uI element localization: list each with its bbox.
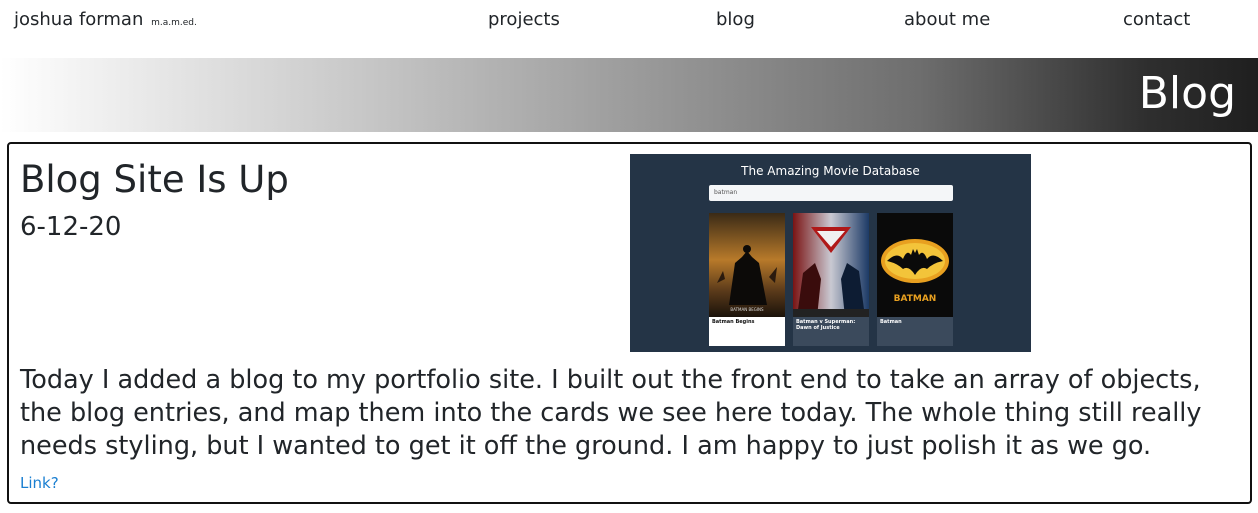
poster-title-batman: BATMAN bbox=[894, 294, 937, 304]
nav-link-about-me[interactable]: about me bbox=[904, 9, 990, 30]
post-image-heading: The Amazing Movie Database bbox=[741, 164, 920, 178]
blog-post-card: Blog Site Is Up 6-12-20 The Amazing Movi… bbox=[7, 142, 1252, 504]
page-banner: Blog bbox=[0, 58, 1258, 132]
movie-title: Batman v Superman: Dawn of Justice bbox=[796, 319, 856, 331]
post-body: Today I added a blog to my portfolio sit… bbox=[20, 365, 1202, 461]
movie-poster-batman-begins: BATMAN BEGINS bbox=[709, 213, 785, 317]
poster-title-batman-begins: BATMAN BEGINS bbox=[730, 307, 764, 312]
top-nav: joshua forman m.a.m.ed. projects blog ab… bbox=[0, 0, 1258, 42]
post-image: The Amazing Movie Database batman BATMAN… bbox=[630, 154, 1031, 352]
nav-link-blog[interactable]: blog bbox=[716, 9, 755, 30]
brand-link[interactable]: joshua forman m.a.m.ed. bbox=[14, 9, 197, 30]
post-image-search-input: batman bbox=[709, 185, 953, 201]
brand-suffix: m.a.m.ed. bbox=[151, 18, 197, 28]
post-date: 6-12-20 bbox=[20, 212, 122, 242]
movie-card: Batman v Superman: Dawn of Justice bbox=[793, 213, 869, 346]
movie-card: BATMAN BEGINS Batman Begins bbox=[709, 213, 785, 346]
page-title: Blog bbox=[1138, 68, 1236, 119]
brand-name: joshua forman bbox=[14, 9, 144, 30]
nav-link-contact[interactable]: contact bbox=[1123, 9, 1190, 30]
movie-poster-batman-v-superman bbox=[793, 213, 869, 317]
movie-title: Batman bbox=[880, 319, 902, 325]
post-link[interactable]: Link? bbox=[20, 474, 59, 492]
post-title: Blog Site Is Up bbox=[20, 158, 289, 201]
movie-card: BATMAN Batman bbox=[877, 213, 953, 346]
movie-poster-batman: BATMAN bbox=[877, 213, 953, 317]
nav-link-projects[interactable]: projects bbox=[488, 9, 560, 30]
movie-title: Batman Begins bbox=[712, 319, 755, 325]
